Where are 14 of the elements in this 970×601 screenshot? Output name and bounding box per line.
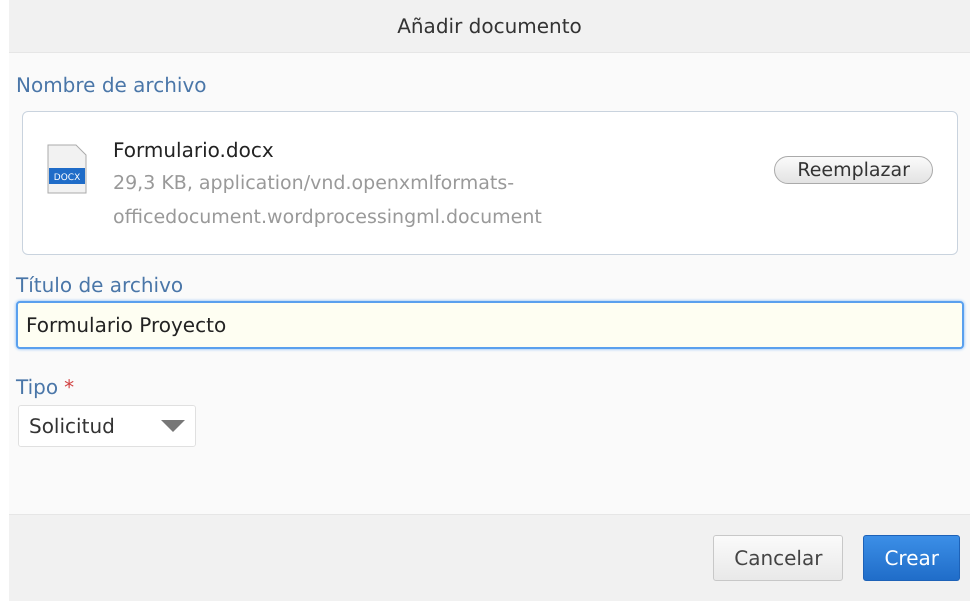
field-label: Tipo xyxy=(16,375,58,399)
dialog-title: Añadir documento xyxy=(397,14,582,38)
replace-button[interactable]: Reemplazar xyxy=(774,156,933,184)
field-label: Nombre de archivo xyxy=(16,73,208,97)
cancel-button[interactable]: Cancelar xyxy=(713,535,844,581)
file-description: 29,3 KB, application/vnd.openxmlformats-officedocument.wordprocessingml.document xyxy=(113,171,543,230)
title-input[interactable]: Formulario Proyecto xyxy=(16,301,964,349)
field-label: Título de archivo xyxy=(16,273,184,297)
required-mark: * xyxy=(64,375,74,399)
type-select[interactable]: Solicitud xyxy=(18,405,196,447)
file-name: Formulario.docx xyxy=(113,138,275,162)
create-button[interactable]: Crear xyxy=(863,535,960,581)
document-icon: DOCX xyxy=(47,144,87,194)
caret-icon xyxy=(161,420,185,432)
